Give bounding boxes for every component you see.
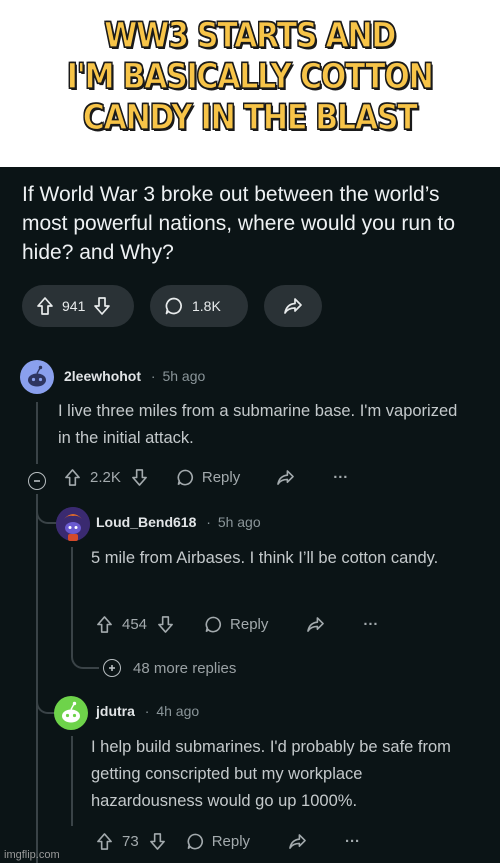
comment-icon: [164, 296, 184, 316]
more-icon[interactable]: ···: [345, 833, 360, 850]
post-title: If World War 3 broke out between the wor…: [22, 183, 456, 264]
reply-label: Reply: [211, 833, 251, 850]
avatar[interactable]: [54, 696, 88, 730]
reddit-thread-screen: If World War 3 broke out between the wor…: [0, 167, 500, 863]
downvote-icon[interactable]: [157, 615, 174, 634]
username[interactable]: Loud_Bend618: [96, 514, 196, 530]
timestamp: 5h ago: [217, 514, 261, 530]
comment-actions: 73 Reply ···: [96, 832, 360, 851]
upvote-icon[interactable]: [96, 832, 113, 851]
imgflip-watermark: imgflip.com: [4, 849, 60, 861]
post-share-button[interactable]: [264, 285, 322, 327]
more-replies-link[interactable]: 48 more replies: [133, 660, 236, 677]
thread-line[interactable]: [71, 736, 73, 826]
separator: ·: [144, 703, 150, 719]
reply-button[interactable]: Reply: [186, 832, 250, 851]
comment-actions: 454 Reply ···: [96, 615, 378, 634]
share-icon: [283, 297, 303, 315]
vote-count: 454: [122, 616, 148, 633]
meme-caption-area: WW3 STARTS AND I'M BASICALLY COTTON CAND…: [0, 0, 500, 165]
snoo-avatar-icon: [62, 701, 80, 723]
more-icon[interactable]: ···: [333, 469, 348, 486]
timestamp: 5h ago: [162, 368, 206, 384]
avatar[interactable]: [56, 507, 90, 541]
upvote-icon[interactable]: [36, 296, 54, 316]
comment-body: I live three miles from a submarine base…: [58, 402, 458, 447]
upvote-icon[interactable]: [64, 468, 81, 487]
share-icon[interactable]: [276, 469, 295, 486]
more-icon[interactable]: ···: [363, 616, 378, 633]
share-icon[interactable]: [306, 616, 325, 633]
reply-label: Reply: [230, 616, 269, 633]
vote-count: 73: [122, 833, 139, 850]
post-comments-button[interactable]: 1.8K: [150, 285, 248, 327]
meme-caption: WW3 STARTS AND I'M BASICALLY COTTON CAND…: [67, 15, 435, 138]
post-vote-count: 941: [62, 298, 86, 314]
share-icon[interactable]: [288, 833, 307, 850]
reply-button[interactable]: Reply: [176, 468, 240, 487]
comment-body: 5 mile from Airbases. I think I’ll be co…: [91, 549, 439, 567]
comment-actions: 2.2K Reply ···: [64, 468, 348, 487]
reply-connector: [36, 494, 58, 524]
collapse-icon[interactable]: [28, 472, 46, 490]
separator: ·: [150, 368, 156, 384]
reply-connector: [71, 637, 99, 669]
comment-icon: [205, 616, 222, 633]
comment-icon: [177, 469, 193, 486]
comment-author-line: Loud_Bend618 · 5h ago: [96, 514, 261, 530]
vote-count: 2.2K: [90, 469, 121, 486]
downvote-icon[interactable]: [149, 832, 166, 851]
expand-icon[interactable]: [103, 659, 121, 677]
downvote-icon[interactable]: [93, 296, 111, 316]
comment-author-line: 2leewhohot · 5h ago: [64, 368, 205, 384]
post-vote-pill: 941: [22, 285, 134, 327]
post-comment-count: 1.8K: [192, 298, 221, 314]
thread-line[interactable]: [36, 402, 38, 464]
avatar[interactable]: [20, 360, 54, 394]
timestamp: 4h ago: [156, 703, 200, 719]
username[interactable]: 2leewhohot: [64, 368, 141, 384]
snoo-avatar-icon: [28, 365, 46, 387]
separator: ·: [206, 514, 211, 530]
snoo-avatar-icon: [56, 507, 90, 541]
comment-icon: [187, 833, 203, 850]
comment-author-line: jdutra · 4h ago: [96, 703, 199, 719]
reply-label: Reply: [201, 469, 241, 486]
downvote-icon[interactable]: [131, 468, 148, 487]
upvote-icon[interactable]: [96, 615, 113, 634]
username[interactable]: jdutra: [96, 703, 135, 719]
comment-body: I help build submarines. I'd probably be…: [91, 738, 451, 810]
reply-button[interactable]: Reply: [204, 615, 268, 634]
